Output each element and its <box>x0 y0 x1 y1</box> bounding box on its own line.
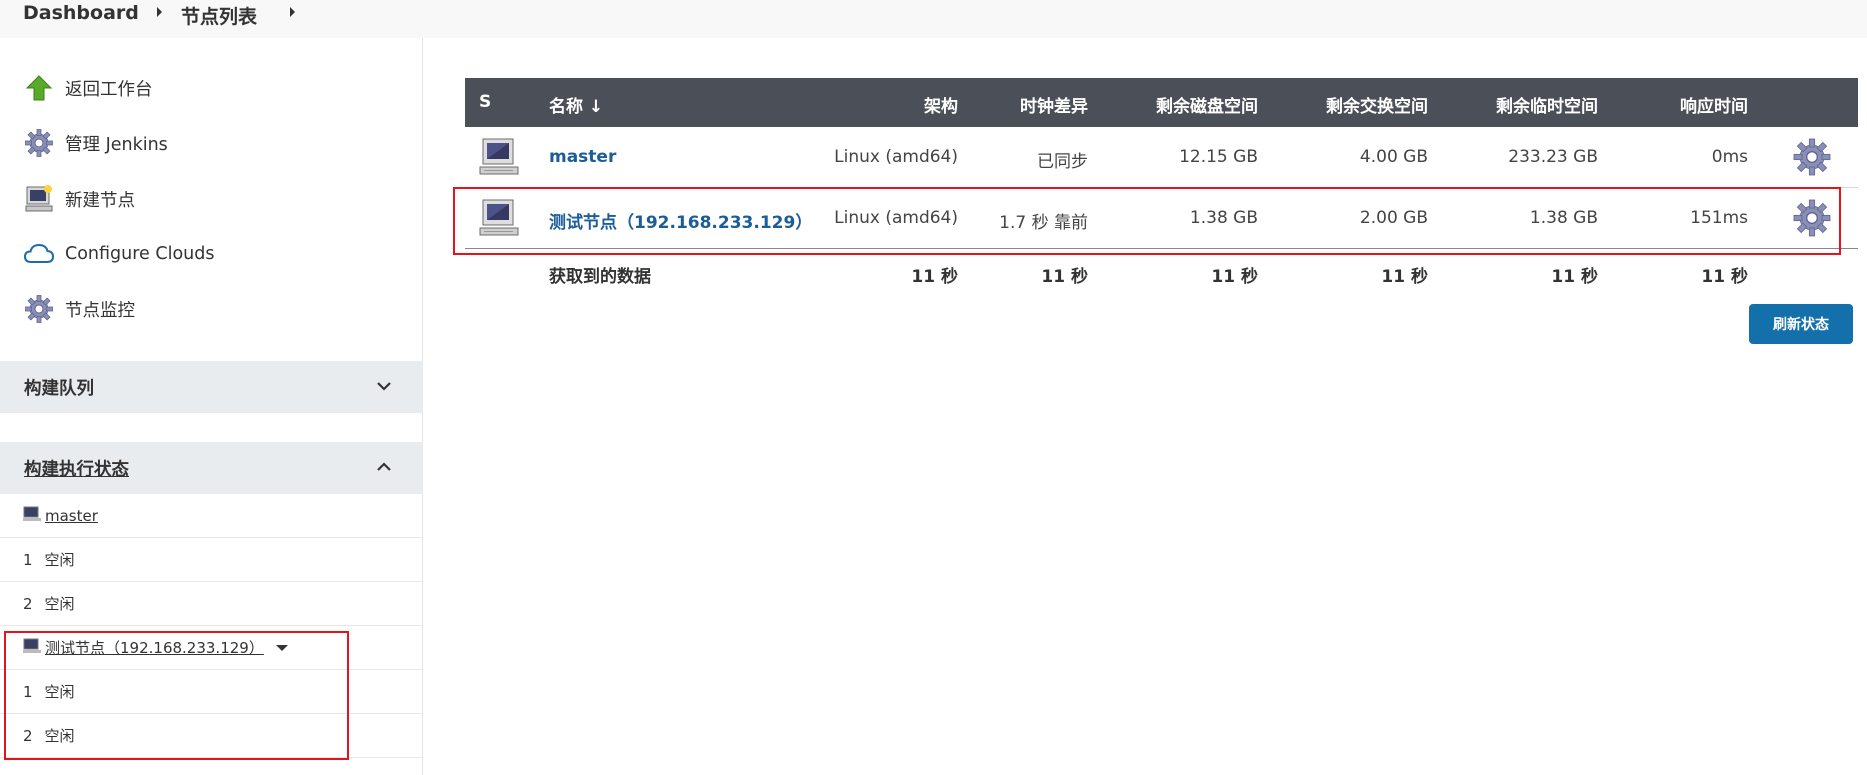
computer-icon <box>23 506 41 526</box>
task-label: 新建节点 <box>65 190 135 211</box>
task-label: 管理 Jenkins <box>65 134 168 155</box>
task-label: 节点监控 <box>65 300 135 321</box>
task-new-node[interactable]: 新建节点 <box>23 179 403 219</box>
cell-arch: Linux (amd64) <box>834 147 958 167</box>
executor-slot: 2 空闲 <box>0 582 423 626</box>
cell-temp: 1.38 GB <box>1529 208 1598 228</box>
cell-response: 0ms <box>1711 147 1748 167</box>
task-label: 返回工作台 <box>65 79 153 100</box>
task-manage-jenkins[interactable]: 管理 Jenkins <box>23 123 403 163</box>
table-row: 测试节点（192.168.233.129） Linux (amd64) 1.7 … <box>465 188 1858 249</box>
breadcrumb-dashboard[interactable]: Dashboard <box>23 2 139 24</box>
executor-slot-status: 空闲 <box>44 595 75 613</box>
chevron-down-icon[interactable] <box>375 377 393 400</box>
gear-icon <box>23 127 55 159</box>
executor-slot-status: 空闲 <box>44 551 75 569</box>
summary-response: 11 秒 <box>1701 267 1748 287</box>
summary-disk: 11 秒 <box>1211 267 1258 287</box>
executor-slot: 1 空闲 <box>0 538 423 582</box>
configure-gear-icon[interactable] <box>1792 137 1832 181</box>
task-configure-clouds[interactable]: Configure Clouds <box>23 234 403 274</box>
executor-node-master: master <box>0 494 423 538</box>
cell-clock: 已同步 <box>1037 152 1088 172</box>
executor-slot-number: 1 <box>23 682 33 701</box>
task-back-to-dashboard[interactable]: 返回工作台 <box>23 68 403 108</box>
summary-clock: 11 秒 <box>1041 267 1088 287</box>
summary-label: 获取到的数据 <box>549 267 651 287</box>
executor-node-link[interactable]: 测试节点（192.168.233.129） <box>45 637 264 658</box>
executor-slot-number: 2 <box>23 726 33 745</box>
gear-icon <box>23 293 55 325</box>
col-disk[interactable]: 剩余磁盘空间 <box>1156 92 1258 117</box>
breadcrumb-separator-icon[interactable] <box>157 7 162 17</box>
node-name-link[interactable]: master <box>549 147 616 167</box>
build-queue-title: 构建队列 <box>24 378 94 399</box>
col-status[interactable]: S <box>479 92 491 112</box>
executor-slot-number: 2 <box>23 594 33 613</box>
col-swap[interactable]: 剩余交换空间 <box>1326 92 1428 117</box>
chevron-up-icon[interactable] <box>375 458 393 481</box>
task-node-monitoring[interactable]: 节点监控 <box>23 289 403 329</box>
dropdown-caret-icon[interactable] <box>275 644 288 651</box>
col-temp[interactable]: 剩余临时空间 <box>1496 92 1598 117</box>
cell-clock: 1.7 秒 靠前 <box>999 213 1088 233</box>
breadcrumb: Dashboard 节点列表 <box>0 0 1867 38</box>
col-response[interactable]: 响应时间 <box>1680 92 1748 117</box>
computer-icon <box>23 183 55 215</box>
cell-disk: 12.15 GB <box>1179 147 1258 167</box>
table-row: master Linux (amd64) 已同步 12.15 GB 4.00 G… <box>465 127 1858 188</box>
cell-temp: 233.23 GB <box>1508 147 1598 167</box>
executors-header[interactable]: 构建执行状态 <box>0 442 423 494</box>
cell-response: 151ms <box>1690 208 1748 228</box>
computer-icon <box>23 638 41 658</box>
cloud-icon <box>23 238 55 270</box>
build-queue-header[interactable]: 构建队列 <box>0 361 423 413</box>
configure-gear-icon[interactable] <box>1792 198 1832 242</box>
computer-icon <box>479 198 519 242</box>
up-arrow-icon <box>23 72 55 104</box>
table-summary-row: 获取到的数据 11 秒 11 秒 11 秒 11 秒 11 秒 11 秒 <box>465 254 1858 292</box>
breadcrumb-separator-icon[interactable] <box>290 7 295 17</box>
executor-node-test: 测试节点（192.168.233.129） <box>0 626 423 670</box>
task-label: Configure Clouds <box>65 244 215 264</box>
cell-disk: 1.38 GB <box>1189 208 1258 228</box>
summary-temp: 11 秒 <box>1551 267 1598 287</box>
summary-arch: 11 秒 <box>911 267 958 287</box>
node-name-link[interactable]: 测试节点（192.168.233.129） <box>549 208 812 233</box>
executor-slot-status: 空闲 <box>44 683 75 701</box>
node-table-header: S 名称 ↓ 架构 时钟差异 剩余磁盘空间 剩余交换空间 剩余临时空间 响应时间 <box>465 78 1858 127</box>
executor-slot-number: 1 <box>23 550 33 569</box>
executor-slot: 1 空闲 <box>0 670 423 714</box>
executor-node-link[interactable]: master <box>45 507 98 525</box>
cell-swap: 2.00 GB <box>1359 208 1428 228</box>
summary-swap: 11 秒 <box>1381 267 1428 287</box>
executor-slot-status: 空闲 <box>44 727 75 745</box>
side-panel: 返回工作台 管理 Jenkins 新建节点 Configure Clouds 节… <box>0 38 423 775</box>
executors-title[interactable]: 构建执行状态 <box>24 456 129 481</box>
computer-icon <box>479 137 519 181</box>
node-link-test[interactable]: 测试节点（192.168.233.129） <box>549 213 812 233</box>
node-link-master[interactable]: master <box>549 147 616 167</box>
col-arch[interactable]: 架构 <box>924 92 958 117</box>
col-clock[interactable]: 时钟差异 <box>1020 92 1088 117</box>
breadcrumb-node-list[interactable]: 节点列表 <box>181 2 257 29</box>
cell-swap: 4.00 GB <box>1359 147 1428 167</box>
col-name[interactable]: 名称 ↓ <box>549 92 603 117</box>
cell-arch: Linux (amd64) <box>834 208 958 228</box>
executor-slot: 2 空闲 <box>0 714 423 758</box>
refresh-status-button[interactable]: 刷新状态 <box>1749 304 1853 344</box>
